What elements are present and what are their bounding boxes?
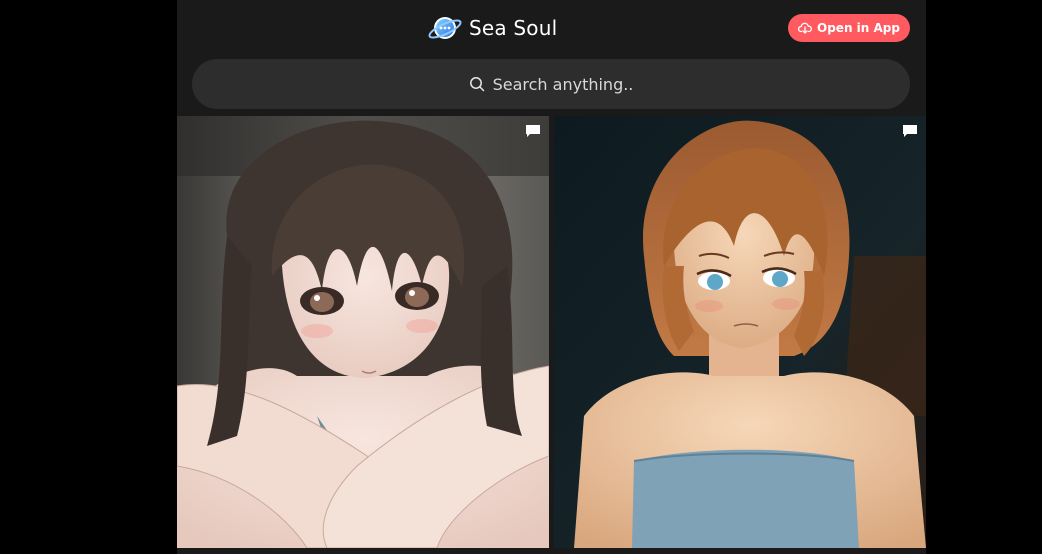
character-image	[177, 116, 549, 548]
search-bar[interactable]: Search anything..	[192, 59, 910, 109]
brand[interactable]: Sea Soul	[427, 10, 557, 46]
character-image	[554, 116, 926, 548]
character-grid	[177, 116, 926, 554]
open-in-app-button[interactable]: Open in App	[788, 14, 910, 42]
header: Sea Soul Open in App	[177, 0, 926, 56]
character-card[interactable]	[177, 116, 549, 548]
bottom-strip	[177, 548, 926, 554]
planet-chat-logo-icon	[427, 12, 463, 44]
brand-name: Sea Soul	[469, 16, 558, 40]
character-card[interactable]	[554, 116, 926, 548]
chat-bubble-icon	[902, 124, 918, 139]
cloud-download-icon	[798, 22, 812, 34]
search-icon	[469, 76, 485, 92]
search-placeholder: Search anything..	[492, 74, 634, 94]
open-in-app-label: Open in App	[817, 21, 900, 35]
app-container: Sea Soul Open in App Search anything..	[177, 0, 926, 554]
chat-bubble-icon	[525, 124, 541, 139]
